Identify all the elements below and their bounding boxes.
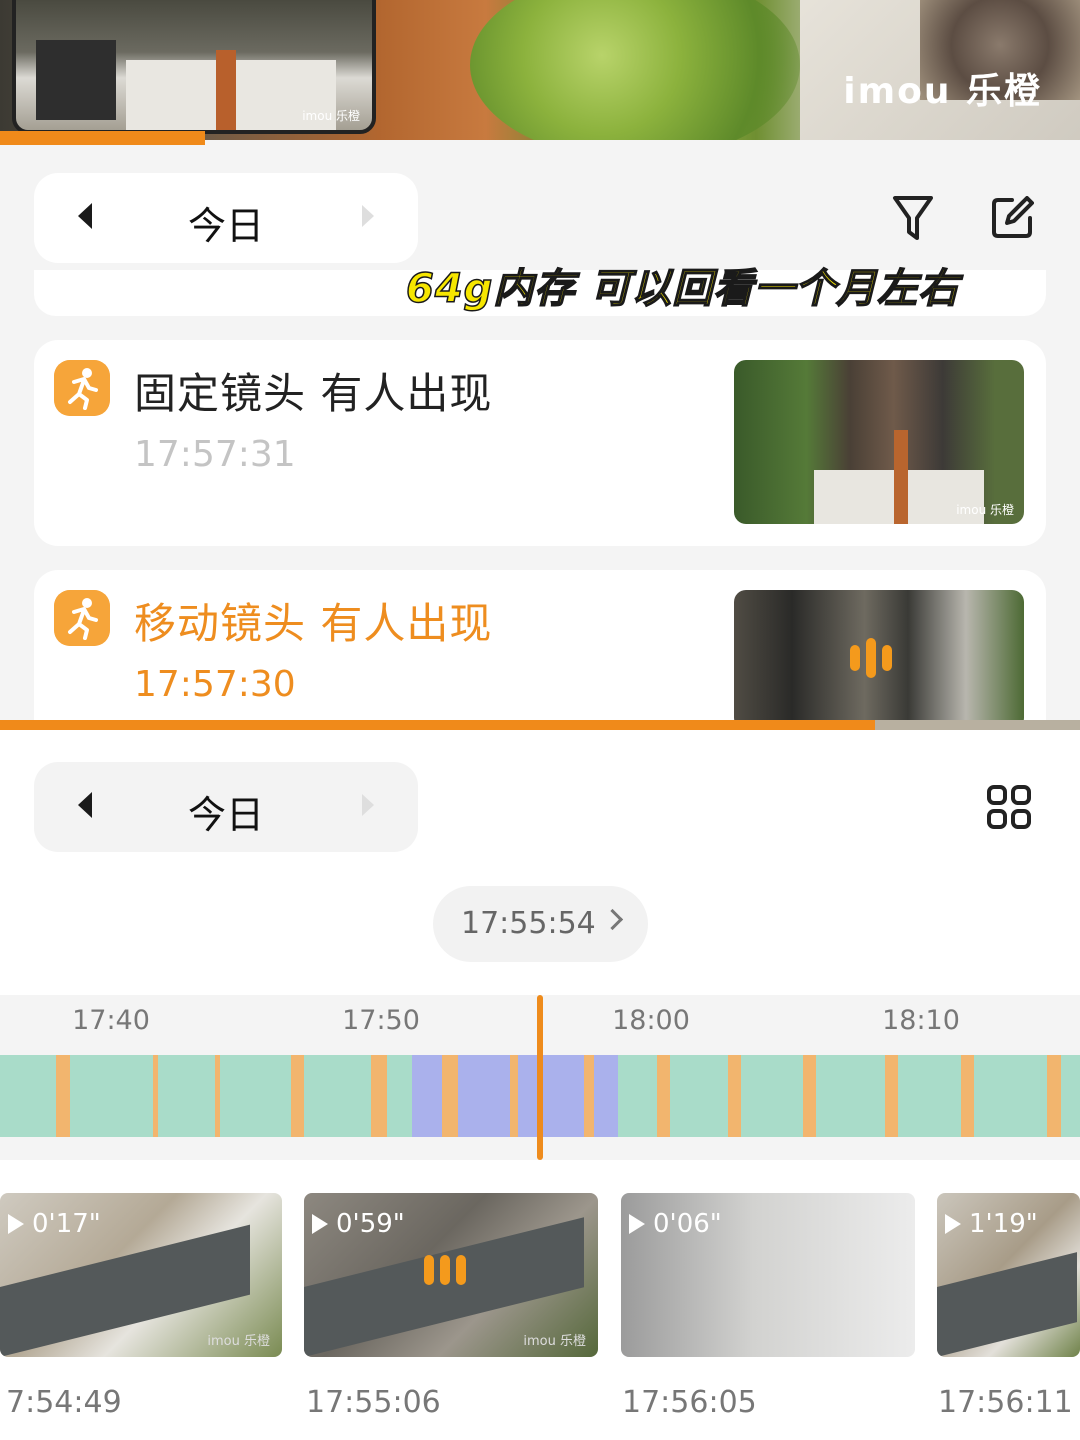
current-time: 17:55:54 [461,906,596,941]
chevron-right-icon[interactable] [362,794,374,816]
clip-watermark: imou 乐橙 [207,1334,270,1349]
timeline-tick-label: 17:40 [72,1005,150,1036]
event-title: 移动镜头 有人出现 [134,599,493,648]
clip-thumbnail[interactable]: 0'06" [621,1193,915,1357]
timeline-tick-label: 18:10 [882,1005,960,1036]
event-card[interactable]: 固定镜头 有人出现 17:57:31 imou 乐橙 [34,340,1046,546]
clip-duration: 1'19" [945,1209,1038,1239]
play-icon [8,1214,24,1234]
brand-logo-watermark: imou 乐橙 [843,71,1042,112]
timeline-person-segment [412,1055,442,1137]
clip-thumbnail[interactable]: 0'59" imou 乐橙 [304,1193,598,1357]
clip-duration: 0'59" [312,1209,405,1239]
timeline-person-segment [594,1055,618,1137]
filter-icon[interactable] [892,194,934,242]
timeline-tick-label: 18:00 [612,1005,690,1036]
play-icon [629,1214,645,1234]
date-selector: 今日 [34,762,418,852]
chevron-right-icon[interactable] [362,205,374,227]
current-time-chip[interactable]: 17:55:54 [433,886,648,962]
event-title: 固定镜头 有人出现 [134,369,493,418]
date-selector: 今日 [34,173,418,263]
thumbnail-watermark: imou 乐橙 [956,503,1014,517]
event-thumbnail[interactable]: imou 乐橙 [734,360,1024,524]
date-label: 今日 [187,793,264,837]
edit-icon[interactable] [990,196,1034,240]
clip-time: 7:54:49 [6,1385,122,1420]
timeline-motion-segment [291,1055,304,1137]
event-time: 17:57:31 [134,434,296,475]
timeline-motion-segment [1047,1055,1061,1137]
timeline-motion-segment [56,1055,70,1137]
timeline-motion-segment [885,1055,898,1137]
timeline-playhead[interactable] [537,995,543,1160]
clip-scene-wall [937,1252,1077,1357]
clip-time: 17:56:05 [622,1385,757,1420]
timeline-motion-segment [961,1055,974,1137]
running-person-icon [54,590,110,646]
date-label: 今日 [187,204,264,248]
pip-scene-fence [36,40,116,120]
timeline-motion-segment [657,1055,670,1137]
video-progress-bar [0,131,206,145]
timeline[interactable]: 17:40 17:50 18:00 18:10 [0,995,1080,1160]
timeline-motion-segment [510,1055,518,1137]
overlay-caption: 64g内存 可以回看一个月左右 [405,265,960,313]
event-thumbnail[interactable] [734,590,1024,725]
timeline-tick-label: 17:50 [342,1005,420,1036]
playing-indicator-icon [424,1255,466,1285]
playing-indicator-icon [850,638,892,678]
clip-duration-text: 0'17" [32,1209,101,1239]
clip-duration-text: 0'59" [336,1209,405,1239]
timeline-motion-segment [371,1055,387,1137]
play-icon [945,1214,961,1234]
clip-duration-text: 0'06" [653,1209,722,1239]
timeline-motion-segment [584,1055,594,1137]
clip-duration: 0'06" [629,1209,722,1239]
timeline-motion-segment [215,1055,220,1137]
event-card-active[interactable]: 移动镜头 有人出现 17:57:30 [34,570,1046,725]
play-icon [312,1214,328,1234]
clip-thumbnail[interactable]: 1'19" [937,1193,1080,1357]
pip-watermark: imou 乐橙 [302,109,360,123]
timeline-person-segment [458,1055,510,1137]
clip-duration: 0'17" [8,1209,101,1239]
pip-video-view[interactable]: imou 乐橙 [12,0,376,134]
timeline-motion-segment [153,1055,158,1137]
thumbnail-scene-post [894,430,908,524]
timeline-motion-segment [728,1055,741,1137]
running-person-icon [54,360,110,416]
event-time: 17:57:30 [134,664,296,705]
scroll-progress-bar [0,720,875,730]
clip-watermark: imou 乐橙 [523,1334,586,1349]
grid-view-icon[interactable] [986,784,1032,830]
clip-duration-text: 1'19" [969,1209,1038,1239]
chevron-right-icon [601,908,624,931]
timeline-motion-segment [803,1055,816,1137]
clip-time: 17:56:11 [938,1385,1073,1420]
video-scene-shrub [470,0,800,140]
scroll-progress-track [874,720,1080,730]
pip-scene-post [216,50,236,130]
timeline-motion-segment [442,1055,458,1137]
clip-time: 17:55:06 [306,1385,441,1420]
clip-thumbnail[interactable]: 0'17" imou 乐橙 [0,1193,282,1357]
timeline-person-segment [518,1055,584,1137]
